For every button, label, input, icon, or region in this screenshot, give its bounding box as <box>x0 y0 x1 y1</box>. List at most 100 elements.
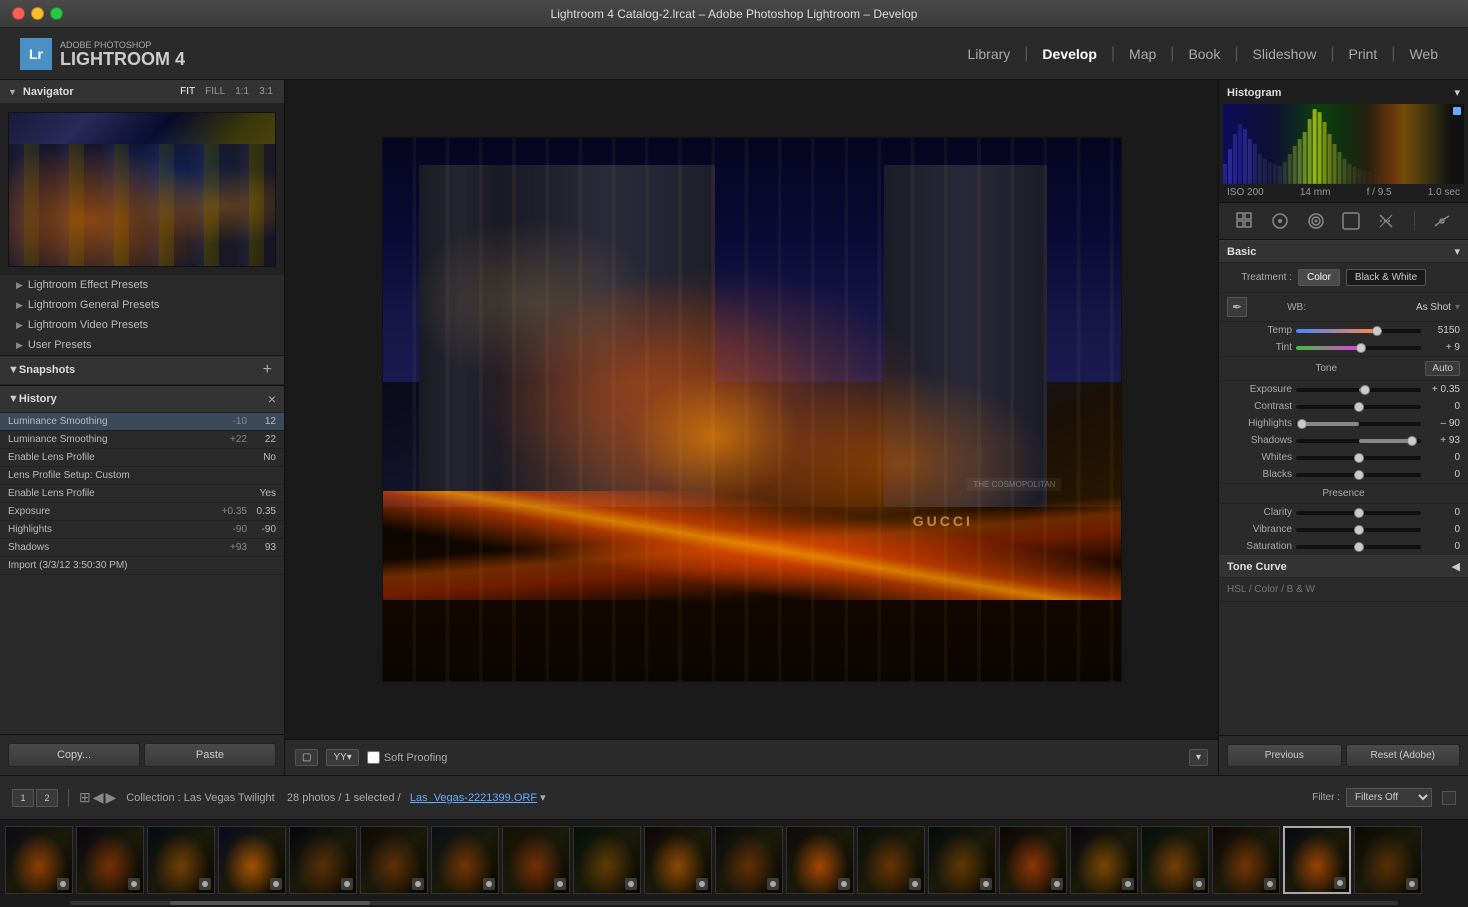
navigator-header[interactable]: ▼ Navigator FIT FILL 1:1 3:1 <box>0 80 284 104</box>
exposure-thumb[interactable] <box>1360 385 1370 395</box>
shadows-slider[interactable] <box>1296 439 1421 443</box>
history-item[interactable]: Enable Lens Profile Yes <box>0 485 284 503</box>
filmstrip-thumb-6[interactable] <box>431 826 499 894</box>
basic-expand-icon[interactable]: ▾ <box>1454 245 1460 258</box>
heal-tool-icon[interactable] <box>1304 209 1328 233</box>
saturation-thumb[interactable] <box>1354 542 1364 552</box>
filmstrip-thumb-10[interactable] <box>715 826 783 894</box>
grad-tool-icon[interactable] <box>1374 209 1398 233</box>
soft-proofing-toggle[interactable]: Soft Proofing <box>367 751 448 764</box>
clarity-thumb[interactable] <box>1354 508 1364 518</box>
nav-book[interactable]: Book <box>1178 42 1230 66</box>
auto-button[interactable]: Auto <box>1425 361 1460 376</box>
whites-thumb[interactable] <box>1354 453 1364 463</box>
clarity-slider[interactable] <box>1296 511 1421 515</box>
history-item[interactable]: Lens Profile Setup: Custom <box>0 467 284 485</box>
wb-dropdown-icon[interactable]: ▾ <box>1455 302 1460 313</box>
nav-library[interactable]: Library <box>957 42 1020 66</box>
yy-button[interactable]: YY▾ <box>326 749 358 766</box>
history-item[interactable]: Enable Lens Profile No <box>0 449 284 467</box>
curve-point-icon[interactable] <box>1430 209 1454 233</box>
next-arrow-icon[interactable]: ▶ <box>106 789 117 806</box>
temp-slider[interactable] <box>1296 329 1421 333</box>
nav-web[interactable]: Web <box>1399 42 1448 66</box>
blacks-thumb[interactable] <box>1354 470 1364 480</box>
filmstrip-thumb-11[interactable] <box>786 826 854 894</box>
highlights-thumb[interactable] <box>1297 419 1307 429</box>
main-photo[interactable]: GUCCI THE COSMOPOLITAN <box>382 137 1122 682</box>
soft-proof-checkbox[interactable] <box>367 751 380 764</box>
zoom-fit[interactable]: FIT <box>177 85 198 98</box>
nav-print[interactable]: Print <box>1339 42 1388 66</box>
grid-tool-icon[interactable] <box>1233 209 1257 233</box>
saturation-slider[interactable] <box>1296 545 1421 549</box>
scrollbar-thumb[interactable] <box>170 901 370 905</box>
filmstrip-thumb-15[interactable] <box>1070 826 1138 894</box>
filmstrip-thumb-3[interactable] <box>218 826 286 894</box>
zoom-1-1[interactable]: 1:1 <box>232 85 252 98</box>
history-item[interactable]: Luminance Smoothing +22 22 <box>0 431 284 449</box>
filmstrip-thumb-14[interactable] <box>999 826 1067 894</box>
history-item[interactable]: Import (3/3/12 3:50:30 PM) <box>0 557 284 575</box>
history-item[interactable]: Luminance Smoothing -10 12 <box>0 413 284 431</box>
shadows-thumb[interactable] <box>1407 436 1417 446</box>
tint-slider[interactable] <box>1296 346 1421 350</box>
coll-btn-1[interactable]: 1 <box>12 789 34 807</box>
filmstrip-scrollbar[interactable] <box>0 899 1468 907</box>
preset-video[interactable]: ▶ Lightroom Video Presets <box>0 315 284 335</box>
color-treatment-button[interactable]: Color <box>1298 269 1340 286</box>
history-close-button[interactable]: × <box>268 391 276 407</box>
filter-expand-button[interactable] <box>1442 791 1456 805</box>
highlights-slider[interactable] <box>1296 422 1421 426</box>
zoom-fill[interactable]: FILL <box>202 85 228 98</box>
maximize-button[interactable] <box>50 7 63 20</box>
tone-curve-expand-icon[interactable]: ◀ <box>1452 560 1460 573</box>
whites-slider[interactable] <box>1296 456 1421 460</box>
nav-map[interactable]: Map <box>1119 42 1166 66</box>
add-snapshot-button[interactable]: + <box>259 361 276 379</box>
bw-treatment-button[interactable]: Black & White <box>1346 269 1426 286</box>
wb-eyedropper-tool[interactable]: ✒ <box>1227 297 1247 317</box>
blacks-slider[interactable] <box>1296 473 1421 477</box>
minimize-button[interactable] <box>31 7 44 20</box>
prev-arrow-icon[interactable]: ◀ <box>93 789 104 806</box>
exposure-slider[interactable] <box>1296 388 1421 392</box>
coll-btn-2[interactable]: 2 <box>36 789 58 807</box>
filmstrip-thumb-2[interactable] <box>147 826 215 894</box>
filter-dropdown[interactable]: Filters Off <box>1346 788 1432 807</box>
redeye-tool-icon[interactable] <box>1339 209 1363 233</box>
filmstrip-thumb-0[interactable] <box>5 826 73 894</box>
filmstrip-thumb-8[interactable] <box>573 826 641 894</box>
tint-thumb[interactable] <box>1356 343 1366 353</box>
nav-slideshow[interactable]: Slideshow <box>1243 42 1327 66</box>
preset-user[interactable]: ▶ User Presets <box>0 335 284 355</box>
filmstrip-thumb-9[interactable] <box>644 826 712 894</box>
close-button[interactable] <box>12 7 25 20</box>
preset-general[interactable]: ▶ Lightroom General Presets <box>0 295 284 315</box>
filmstrip-thumb-16[interactable] <box>1141 826 1209 894</box>
filmstrip-thumb-13[interactable] <box>928 826 996 894</box>
zoom-3-1[interactable]: 3:1 <box>256 85 276 98</box>
contrast-slider[interactable] <box>1296 405 1421 409</box>
view-mode-button[interactable]: ▢ <box>295 749 318 766</box>
filmstrip-thumb-19[interactable] <box>1354 826 1422 894</box>
filmstrip-thumb-5[interactable] <box>360 826 428 894</box>
filmstrip-thumb-7[interactable] <box>502 826 570 894</box>
history-item[interactable]: Shadows +93 93 <box>0 539 284 557</box>
preset-effect[interactable]: ▶ Lightroom Effect Presets <box>0 275 284 295</box>
contrast-thumb[interactable] <box>1354 402 1364 412</box>
filename-link[interactable]: Las_Vegas-2221399.ORF <box>410 792 537 804</box>
toolbar-dropdown-button[interactable]: ▾ <box>1189 749 1208 766</box>
filmstrip-thumb-1[interactable] <box>76 826 144 894</box>
paste-button[interactable]: Paste <box>144 743 276 767</box>
reset-button[interactable]: Reset (Adobe) <box>1346 744 1461 767</box>
crop-tool-icon[interactable] <box>1268 209 1292 233</box>
grid-view-icon[interactable]: ⊞ <box>79 789 91 806</box>
vibrance-thumb[interactable] <box>1354 525 1364 535</box>
filmstrip-thumb-18[interactable] <box>1283 826 1351 894</box>
history-item[interactable]: Exposure +0.35 0.35 <box>0 503 284 521</box>
filmstrip-thumb-17[interactable] <box>1212 826 1280 894</box>
filename-dropdown[interactable]: ▾ <box>540 792 546 804</box>
vibrance-slider[interactable] <box>1296 528 1421 532</box>
histogram-expand-icon[interactable]: ▾ <box>1454 86 1460 99</box>
